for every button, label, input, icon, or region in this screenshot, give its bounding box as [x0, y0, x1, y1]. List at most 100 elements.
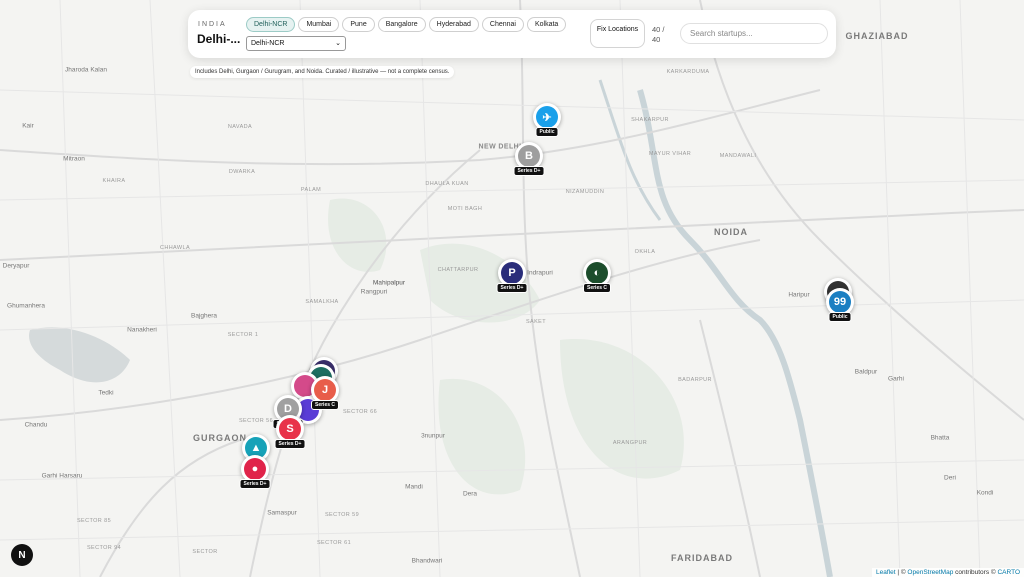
- place-label: 3nunpur: [421, 432, 445, 440]
- city-select[interactable]: Delhi-NCR ⌄: [246, 36, 346, 51]
- place-label: NIZAMUDDIN: [565, 189, 605, 195]
- place-label: Jharoda Kalan: [65, 66, 107, 74]
- osm-link[interactable]: OpenStreetMap: [907, 569, 953, 576]
- startup-logo-icon: S: [279, 418, 301, 440]
- place-label: SECTOR 66: [342, 409, 378, 415]
- startup-count: 40 / 40: [652, 25, 665, 44]
- funding-stage-badge: Series C: [310, 400, 340, 410]
- place-label: DWARKA: [228, 169, 256, 175]
- startup-logo-icon: ✈: [536, 106, 558, 128]
- startup-logo-icon: 99: [829, 291, 851, 313]
- startup-logo-icon: ◐: [586, 262, 608, 284]
- place-label: Indrapuri: [527, 269, 553, 277]
- marker-s[interactable]: S Series D+: [274, 415, 306, 449]
- place-label: Mandi: [405, 483, 423, 491]
- funding-stage-badge: Public: [828, 312, 852, 322]
- city-chip-chennai[interactable]: Chennai: [481, 17, 524, 32]
- place-label: SECTOR 61: [316, 540, 352, 546]
- place-label: Tedki: [98, 389, 114, 397]
- search-input[interactable]: Search startups...: [680, 23, 828, 44]
- place-label: MOTI BAGH: [447, 206, 483, 212]
- city-chip-bangalore[interactable]: Bangalore: [377, 17, 426, 32]
- place-label: MANDAWALI: [719, 153, 757, 159]
- place-label: Garhi Harsaru: [41, 472, 83, 480]
- place-label: SHAKARPUR: [631, 117, 669, 123]
- city-chip-pune[interactable]: Pune: [342, 17, 375, 32]
- city-title: Delhi-...: [197, 32, 241, 46]
- marker-c[interactable]: ◐ Series C: [582, 259, 612, 293]
- place-label: Rangpuri: [360, 288, 388, 296]
- startup-logo-icon: J: [314, 379, 336, 401]
- coverage-note: Includes Delhi, Gurgaon / Gurugram, and …: [190, 66, 455, 78]
- city-chip-delhi-ncr[interactable]: Delhi-NCR: [246, 17, 296, 32]
- country-label: INDIA: [198, 21, 227, 28]
- place-label: Mitraon: [63, 155, 85, 163]
- place-label: SECTOR 59: [324, 512, 360, 518]
- place-label: FARIDABAD: [671, 553, 733, 563]
- funding-stage-badge: Series D+: [274, 439, 306, 449]
- marker-99[interactable]: 99 Public: [826, 288, 854, 322]
- marker-j[interactable]: J Series C: [310, 376, 340, 410]
- place-label: Bhandwari: [411, 557, 443, 565]
- place-label: Bhatta: [930, 434, 950, 442]
- place-label: BADARPUR: [678, 377, 712, 383]
- startup-logo-icon: ●: [244, 458, 266, 480]
- carto-link[interactable]: CARTO: [997, 569, 1020, 576]
- place-label: SECTOR 56: [238, 418, 274, 424]
- marker-p[interactable]: P Series D+: [496, 259, 528, 293]
- place-label: SECTOR: [192, 549, 218, 555]
- place-label: KHAIRA: [102, 178, 126, 184]
- place-label: Chandu: [24, 421, 48, 429]
- city-select-value: Delhi-NCR: [251, 40, 285, 47]
- startup-logo-icon: P: [501, 262, 523, 284]
- place-label: Kondi: [976, 489, 994, 497]
- place-label: Samaspur: [267, 509, 297, 517]
- leaflet-link[interactable]: Leaflet: [876, 569, 896, 576]
- marker-public-1[interactable]: ✈ Public: [533, 103, 561, 137]
- funding-stage-badge: Series C: [582, 283, 612, 293]
- n-logo-badge[interactable]: N: [11, 544, 33, 566]
- place-label: SECTOR 1: [227, 332, 259, 338]
- place-label: Garhi: [888, 375, 904, 383]
- place-label: SAKET: [525, 319, 547, 325]
- place-label: Haripur: [788, 291, 810, 299]
- control-panel: INDIA Delhi-... Delhi-NCR Mumbai Pune Ba…: [188, 10, 836, 58]
- city-chip-kolkata[interactable]: Kolkata: [526, 17, 567, 32]
- place-label: Deryapur: [2, 262, 30, 270]
- city-chips: Delhi-NCR Mumbai Pune Bangalore Hyderaba…: [246, 17, 567, 32]
- place-label: Bajghera: [190, 312, 218, 320]
- place-label: Kair: [22, 122, 34, 130]
- chevron-down-icon: ⌄: [335, 40, 341, 47]
- funding-stage-badge: Series D+: [496, 283, 528, 293]
- place-label: PALAM: [300, 187, 322, 193]
- marker-b[interactable]: B Series D+: [513, 142, 545, 176]
- funding-stage-badge: Public: [535, 127, 559, 137]
- place-label: CHATTARPUR: [437, 267, 479, 273]
- place-label: GHAZIABAD: [845, 31, 909, 41]
- place-label: Mahipalpur: [372, 279, 406, 287]
- place-label: Ghumanhera: [7, 302, 45, 310]
- place-label: ARANGPUR: [612, 440, 648, 446]
- place-label: GURGAON: [193, 433, 247, 443]
- place-label: SECTOR 85: [76, 518, 112, 524]
- place-label: DHAULA KUAN: [425, 181, 469, 187]
- place-label: SECTOR 94: [86, 545, 122, 551]
- place-label: Dera: [462, 490, 478, 498]
- place-label: Deri: [944, 474, 956, 482]
- attribution-mid: contributors ©: [953, 569, 998, 576]
- place-label: OKHLA: [634, 249, 656, 255]
- marker-redcircle[interactable]: ● Series D+: [239, 455, 271, 489]
- city-chip-hyderabad[interactable]: Hyderabad: [428, 17, 479, 32]
- place-label: NAVADA: [227, 124, 253, 130]
- attribution-sep: | ©: [895, 569, 908, 576]
- place-label: CHHAWLA: [159, 245, 191, 251]
- place-label: MAYUR VIHAR: [648, 151, 692, 157]
- place-label: KARKARDUMA: [666, 69, 710, 75]
- city-chip-mumbai[interactable]: Mumbai: [298, 17, 340, 32]
- fix-locations-button[interactable]: Fix Locations: [590, 19, 645, 48]
- place-label: Nanakheri: [127, 326, 157, 334]
- place-label: SAMALKHA: [305, 299, 339, 305]
- funding-stage-badge: Series D+: [239, 479, 271, 489]
- place-label: NOIDA: [714, 227, 748, 237]
- funding-stage-badge: Series D+: [513, 166, 545, 176]
